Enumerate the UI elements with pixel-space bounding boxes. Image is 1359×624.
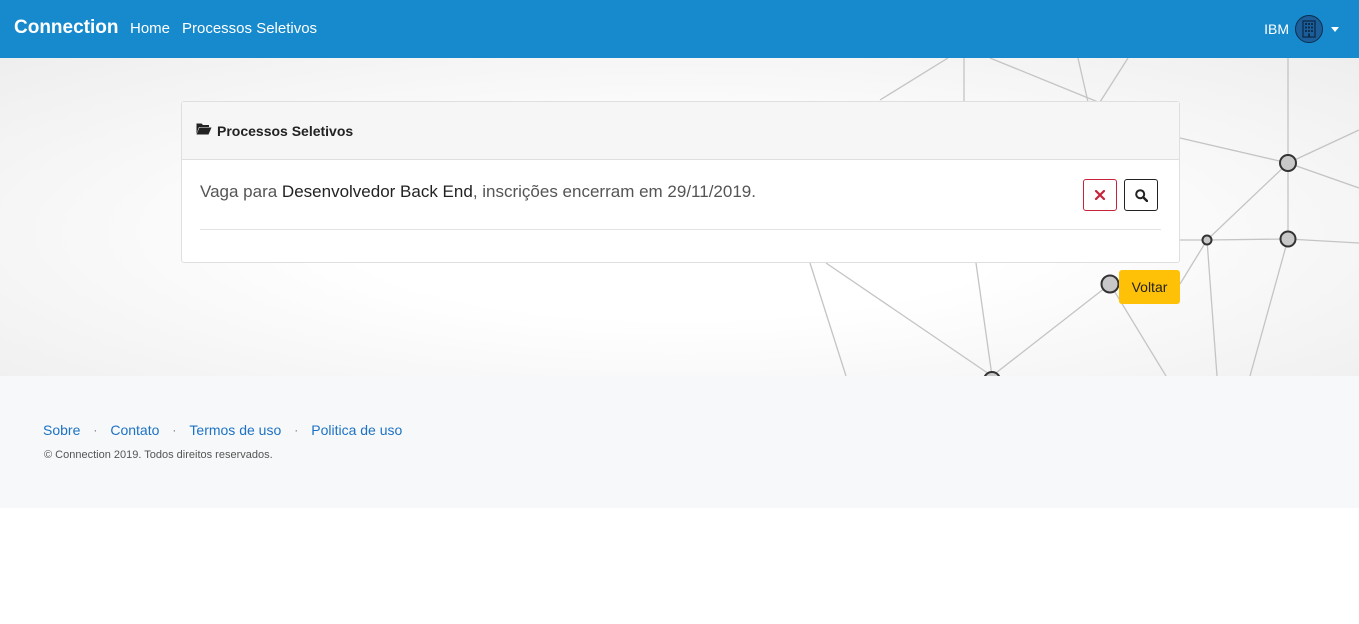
search-icon	[1134, 188, 1148, 202]
brand-logo[interactable]: Connection	[14, 17, 119, 39]
card-title: Processos Seletivos	[217, 122, 354, 139]
footer-link-politica[interactable]: Politica de uso	[311, 422, 402, 438]
remove-job-button[interactable]	[1083, 179, 1117, 211]
job-deadline: , inscrições encerram em 29/11/2019.	[472, 182, 756, 201]
footer-separator: ·	[172, 423, 177, 437]
divider	[200, 229, 1161, 230]
folder-open-icon	[196, 122, 212, 140]
processes-card: Processos Seletivos Vaga para Desenvolve…	[181, 101, 1180, 263]
top-navbar: Connection Home Processos Seletivos IBM	[0, 0, 1359, 58]
job-role[interactable]: Desenvolvedor Back End	[282, 182, 473, 201]
footer-separator: ·	[93, 423, 98, 437]
card-header: Processos Seletivos	[182, 102, 1179, 160]
footer-link-termos[interactable]: Termos de uso	[189, 422, 281, 438]
nav-link-home[interactable]: Home	[130, 20, 170, 37]
footer: Sobre · Contato · Termos de uso · Politi…	[0, 376, 1359, 508]
job-prefix: Vaga para	[200, 182, 282, 201]
user-menu-dropdown[interactable]: IBM	[1264, 13, 1339, 45]
footer-link-contato[interactable]: Contato	[110, 422, 159, 438]
view-job-button[interactable]	[1124, 179, 1158, 211]
close-icon	[1095, 190, 1105, 200]
footer-link-sobre[interactable]: Sobre	[43, 422, 80, 438]
nav-link-processos-seletivos[interactable]: Processos Seletivos	[182, 20, 317, 37]
copyright-text: © Connection 2019. Todos direitos reserv…	[44, 449, 273, 461]
back-button[interactable]: Voltar	[1119, 270, 1180, 304]
footer-separator: ·	[294, 423, 299, 437]
job-listing: Vaga para Desenvolvedor Back End, inscri…	[200, 182, 756, 202]
building-icon	[1295, 15, 1323, 43]
user-name: IBM	[1264, 21, 1289, 37]
chevron-down-icon	[1331, 26, 1339, 32]
footer-links: Sobre · Contato · Termos de uso · Politi…	[43, 422, 402, 438]
